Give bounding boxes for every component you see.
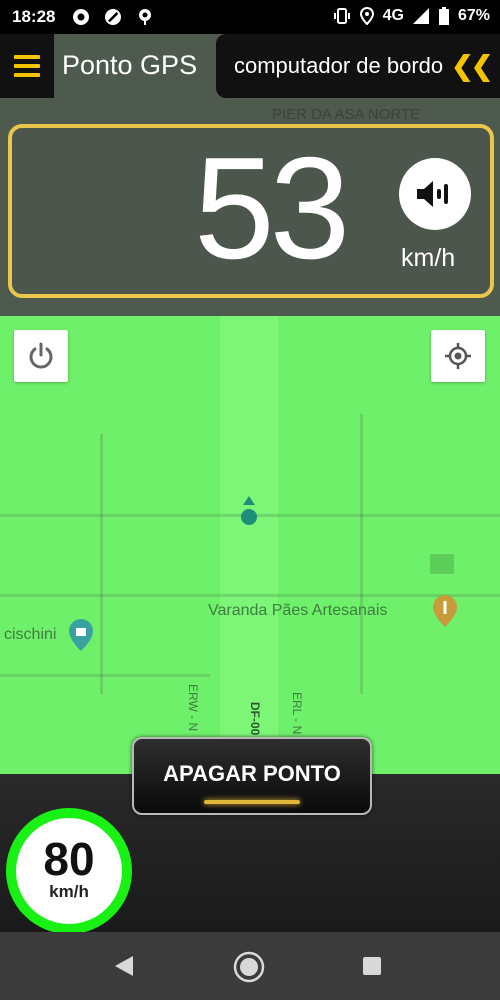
apagar-ponto-button[interactable]: APAGAR PONTO: [132, 737, 372, 815]
map-label-erw: ERW - N: [186, 684, 200, 732]
speed-limit-value: 80: [43, 833, 95, 885]
current-location-icon: [241, 509, 257, 525]
speed-unit: km/h: [401, 244, 456, 272]
map-road-line: [0, 594, 500, 597]
current-speed: 53: [194, 127, 350, 289]
computador-de-bordo-button[interactable]: computador de bordo ❮❮: [216, 34, 500, 98]
recents-icon[interactable]: [362, 956, 382, 976]
computador-de-bordo-label: computador de bordo: [234, 53, 444, 78]
map-road-line: [0, 674, 210, 677]
map-block: [430, 554, 454, 574]
status-time: 18:28: [12, 7, 56, 26]
app-title: Ponto GPS: [62, 50, 198, 80]
speaker-icon: [417, 181, 448, 207]
map-label-varanda: Varanda Pães Artesanais: [208, 602, 388, 619]
power-icon: [29, 342, 53, 369]
no-signal-icon: [105, 9, 121, 25]
locate-button[interactable]: [431, 330, 485, 382]
shopping-pin-icon[interactable]: [68, 618, 94, 652]
map-label-df: DF-00: [248, 702, 262, 736]
speed-limit-unit: km/h: [49, 882, 89, 901]
status-right: 4G 67%: [333, 7, 490, 25]
map-label-erl: ERL - N: [290, 692, 304, 735]
button-highlight-bar: [204, 800, 300, 804]
home-icon[interactable]: [232, 950, 266, 984]
battery-percent: 67%: [457, 7, 490, 24]
heading-arrow-icon: [243, 496, 255, 505]
signal-icon: [412, 8, 429, 24]
back-icon[interactable]: [113, 955, 135, 977]
hamburger-menu-icon: [14, 50, 40, 82]
sound-button[interactable]: [399, 158, 471, 230]
map-label-cischini: cischini: [4, 626, 57, 643]
network-type: 4G: [382, 7, 404, 24]
record-icon: [73, 9, 89, 25]
map-road-line: [100, 434, 103, 694]
vibrate-icon: [333, 8, 350, 24]
map-label-pier: PIER DA ASA NORTE: [272, 106, 421, 123]
location-pin-icon: [139, 9, 151, 25]
power-button[interactable]: [14, 330, 68, 382]
location-icon: [359, 7, 374, 25]
status-bar: 18:28 4G 67%: [0, 0, 500, 34]
menu-button[interactable]: [0, 34, 54, 98]
crosshair-icon: [445, 343, 471, 369]
double-chevron-left-icon: ❮❮: [451, 50, 493, 81]
battery-icon: [438, 7, 449, 25]
apagar-ponto-label: APAGAR PONTO: [163, 761, 341, 786]
navigation-bar: [0, 932, 500, 1000]
map-road-line: [360, 414, 363, 694]
restaurant-pin-icon[interactable]: [432, 594, 458, 628]
